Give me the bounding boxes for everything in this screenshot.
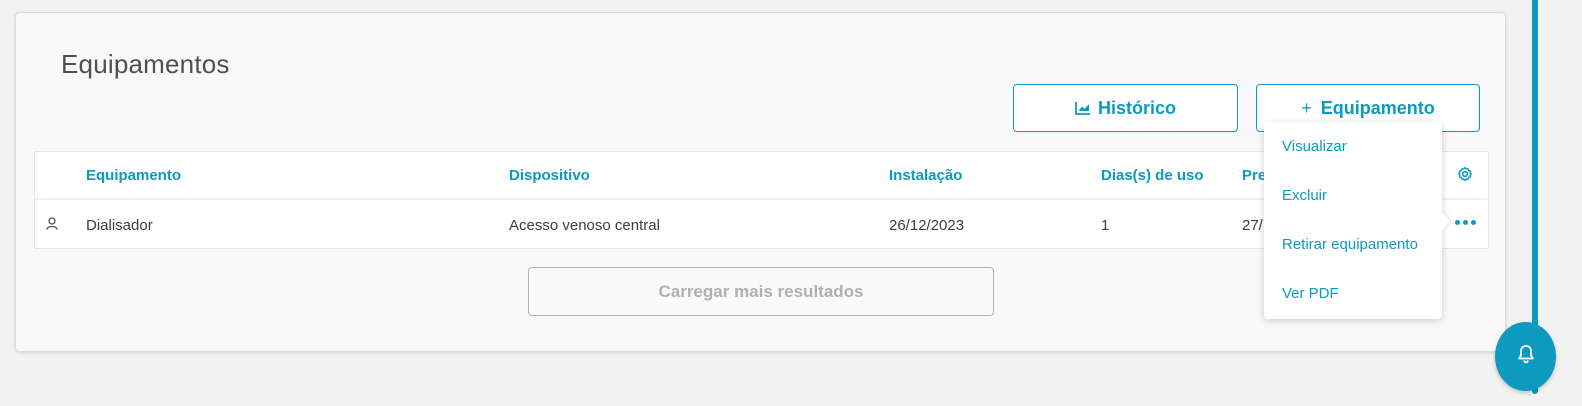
menu-item-ver-pdf[interactable]: Ver PDF [1282, 285, 1339, 302]
add-equipment-label: Equipamento [1320, 97, 1435, 118]
load-more-button[interactable]: Carregar mais resultados [528, 267, 994, 316]
menu-item-visualizar[interactable]: Visualizar [1282, 138, 1347, 155]
historico-button[interactable]: Histórico [1013, 84, 1238, 132]
area-chart-icon [1075, 101, 1091, 115]
cell-equipamento: Dialisador [86, 217, 153, 234]
menu-item-retirar-equipamento[interactable]: Retirar equipamento [1282, 236, 1418, 253]
cell-dias-uso: 1 [1101, 217, 1110, 234]
cell-dispositivo: Acesso venoso central [509, 217, 660, 234]
bell-icon [1517, 344, 1535, 369]
notifications-button[interactable] [1495, 322, 1556, 391]
person-icon [46, 217, 58, 235]
cell-instalacao: 26/12/2023 [889, 217, 965, 234]
column-header-previsao[interactable]: Pre [1242, 167, 1266, 184]
column-header-instalacao[interactable]: Instalação [889, 167, 962, 184]
row-actions-menu: Visualizar Excluir Retirar equipamento V… [1264, 122, 1442, 319]
page-title: Equipamentos [61, 49, 230, 79]
column-header-equipamento[interactable]: Equipamento [86, 167, 181, 184]
cell-previsao: 27/ [1242, 217, 1263, 234]
gear-icon[interactable] [1457, 166, 1473, 187]
plus-icon: + [1301, 97, 1312, 118]
column-header-dias-uso[interactable]: Dias(s) de uso [1101, 167, 1204, 184]
historico-label: Histórico [1097, 97, 1176, 118]
more-actions-icon[interactable] [1455, 220, 1476, 225]
column-header-dispositivo[interactable]: Dispositivo [509, 167, 590, 184]
menu-item-excluir[interactable]: Excluir [1282, 187, 1327, 204]
